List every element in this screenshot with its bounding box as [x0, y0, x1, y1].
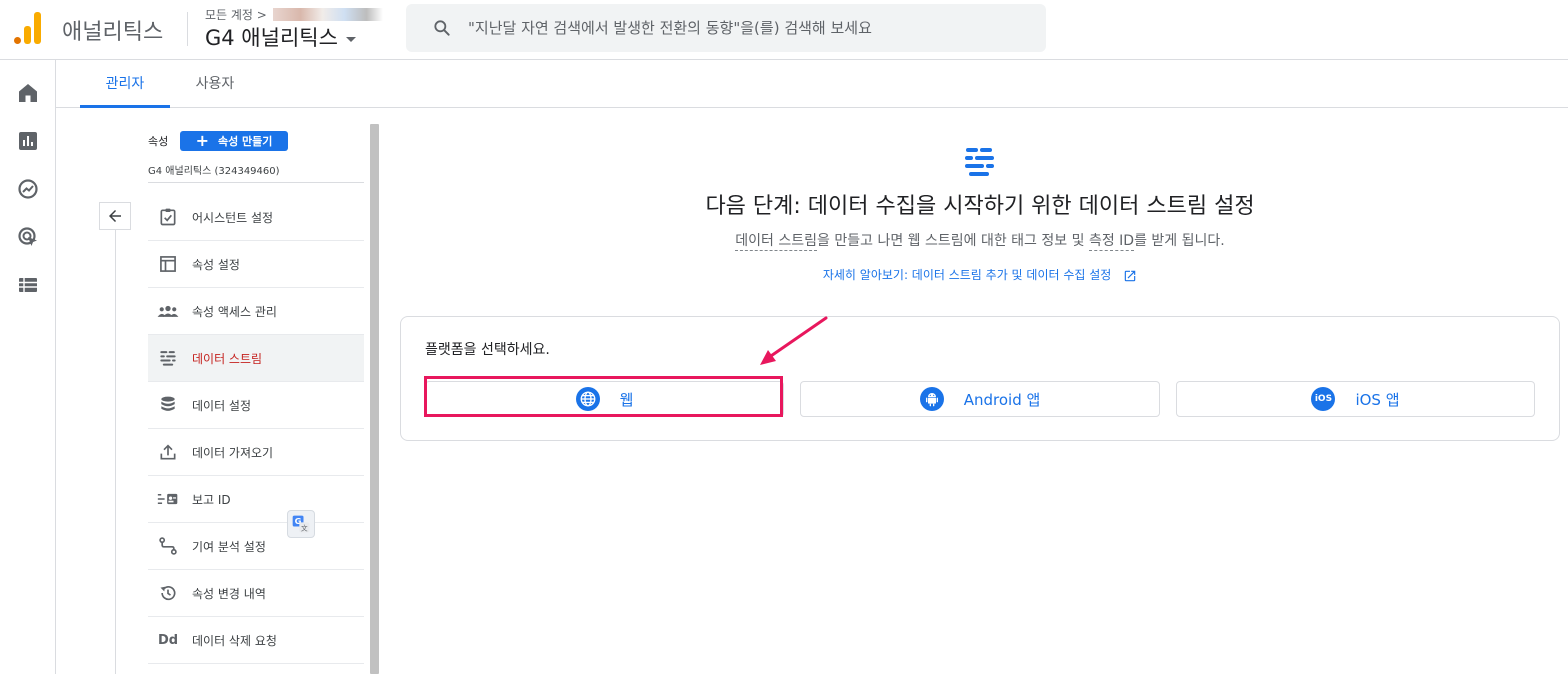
- data-stream-icon: [965, 148, 994, 176]
- android-platform-button[interactable]: Android 앱: [800, 381, 1160, 417]
- divider: [187, 12, 188, 46]
- breadcrumb-all-accounts: 모든 계정 >: [205, 8, 267, 22]
- subtitle-text-end: 를 받게 됩니다.: [1134, 233, 1225, 249]
- web-platform-button[interactable]: 웹: [425, 381, 784, 417]
- platform-title: 플랫폼을 선택하세요.: [425, 342, 550, 358]
- menu-item-label: 데이터 스트림: [192, 351, 263, 366]
- arrow-back-icon: [109, 210, 121, 222]
- reporting-id-icon: [157, 488, 179, 510]
- analytics-logo-icon[interactable]: [14, 12, 44, 44]
- checklist-icon: [157, 206, 179, 228]
- menu-item-change-history[interactable]: 속성 변경 내역: [148, 570, 364, 617]
- menu-item-label: 데이터 설정: [192, 398, 252, 413]
- menu-item-data-import[interactable]: 데이터 가져오기: [148, 429, 364, 476]
- data-stream-icon: [157, 347, 179, 369]
- upload-icon: [157, 441, 179, 463]
- menu-item-label: 데이터 가져오기: [192, 445, 274, 460]
- divider: [148, 182, 364, 183]
- configure-icon[interactable]: [16, 273, 40, 297]
- term-data-stream[interactable]: 데이터 스트림: [735, 233, 818, 251]
- window-icon: [157, 253, 179, 275]
- menu-item-setup-assistant[interactable]: 어시스턴트 설정: [148, 194, 364, 241]
- menu-item-property-access[interactable]: 속성 액세스 관리: [148, 288, 364, 335]
- tab-admin[interactable]: 관리자: [80, 60, 170, 108]
- menu-item-label: 데이터 삭제 요청: [192, 633, 277, 648]
- subtitle-text: 을 만들고 나면 웹 스트림에 대한 태그 정보 및: [817, 233, 1089, 249]
- page-headline: 다음 단계: 데이터 수집을 시작하기 위한 데이터 스트림 설정: [705, 194, 1255, 219]
- attribution-icon: [157, 535, 179, 557]
- explore-icon[interactable]: [16, 177, 40, 201]
- plus-icon: +: [195, 131, 209, 150]
- menu-item-label: 기여 분석 설정: [192, 539, 266, 554]
- menu-item-data-settings[interactable]: 데이터 설정: [148, 382, 364, 429]
- database-icon: [157, 394, 179, 416]
- create-property-button[interactable]: + 속성 만들기: [180, 131, 288, 151]
- create-property-label: 속성 만들기: [217, 135, 273, 148]
- top-bar: 애널리틱스 모든 계정 > G4 애널리틱스: [0, 0, 1568, 60]
- open-in-new-icon: [1124, 270, 1136, 281]
- menu-item-property-settings[interactable]: 속성 설정: [148, 241, 364, 288]
- property-label: 속성: [148, 135, 169, 148]
- android-label: Android 앱: [963, 390, 1041, 409]
- term-measurement-id[interactable]: 측정 ID: [1088, 233, 1135, 251]
- reports-icon[interactable]: [16, 129, 40, 153]
- ios-platform-button[interactable]: iOS iOS 앱: [1176, 381, 1535, 417]
- menu-item-reporting-identity[interactable]: 보고 ID: [148, 476, 364, 523]
- dd-icon: Dd: [157, 632, 179, 648]
- property-menu: 어시스턴트 설정 속성 설정 속성 액세스 관리 데이터 스트림 데이터 설정 …: [148, 194, 364, 664]
- back-button[interactable]: [99, 202, 131, 230]
- learn-more-label: 자세히 알아보기: 데이터 스트림 추가 및 데이터 수집 설정: [822, 268, 1112, 282]
- menu-item-data-deletion[interactable]: Dd 데이터 삭제 요청: [148, 617, 364, 664]
- admin-tabs: 관리자 사용자: [56, 60, 1568, 108]
- account-name: G4 애널리틱스: [205, 26, 338, 50]
- panel-divider: [115, 230, 116, 674]
- redacted-account-name: [272, 8, 383, 21]
- svg-text:文: 文: [301, 523, 308, 532]
- search-icon: [434, 20, 450, 36]
- platform-card: 플랫폼을 선택하세요. 웹 Android 앱 iOS iOS 앱: [400, 316, 1560, 441]
- menu-item-attribution-settings[interactable]: 기여 분석 설정: [148, 523, 364, 570]
- account-selector[interactable]: G4 애널리틱스: [205, 22, 356, 52]
- menu-item-label: 속성 액세스 관리: [192, 304, 277, 319]
- globe-icon: [575, 387, 600, 411]
- search-bar[interactable]: [406, 4, 1046, 52]
- menu-item-label: 어시스턴트 설정: [192, 210, 274, 225]
- breadcrumb[interactable]: 모든 계정 >: [205, 6, 383, 23]
- caret-down-icon: [345, 36, 356, 42]
- menu-item-label: 속성 설정: [192, 257, 240, 272]
- translate-icon[interactable]: G文: [287, 510, 315, 538]
- search-input[interactable]: [468, 4, 1028, 52]
- people-icon: [157, 300, 179, 322]
- app-name: 애널리틱스: [62, 20, 164, 45]
- tab-user[interactable]: 사용자: [170, 60, 260, 108]
- ios-icon: iOS: [1311, 387, 1336, 411]
- history-icon: [157, 582, 179, 604]
- menu-item-label: 속성 변경 내역: [192, 586, 266, 601]
- android-icon: [919, 387, 944, 411]
- page-subtitle: 데이터 스트림을 만들고 나면 웹 스트림에 대한 태그 정보 및 측정 ID를…: [400, 230, 1560, 251]
- home-icon[interactable]: [16, 81, 40, 105]
- menu-item-label: 보고 ID: [192, 492, 231, 507]
- panel-scrollbar[interactable]: [370, 124, 379, 674]
- ios-label: iOS 앱: [1355, 390, 1400, 409]
- property-name[interactable]: G4 애널리틱스 (324349460): [148, 162, 280, 177]
- web-label: 웹: [619, 390, 634, 409]
- left-nav-rail: [0, 60, 56, 674]
- advertising-icon[interactable]: [16, 225, 40, 249]
- menu-item-data-streams[interactable]: 데이터 스트림: [148, 335, 364, 382]
- learn-more-link[interactable]: 자세히 알아보기: 데이터 스트림 추가 및 데이터 수집 설정: [400, 266, 1560, 283]
